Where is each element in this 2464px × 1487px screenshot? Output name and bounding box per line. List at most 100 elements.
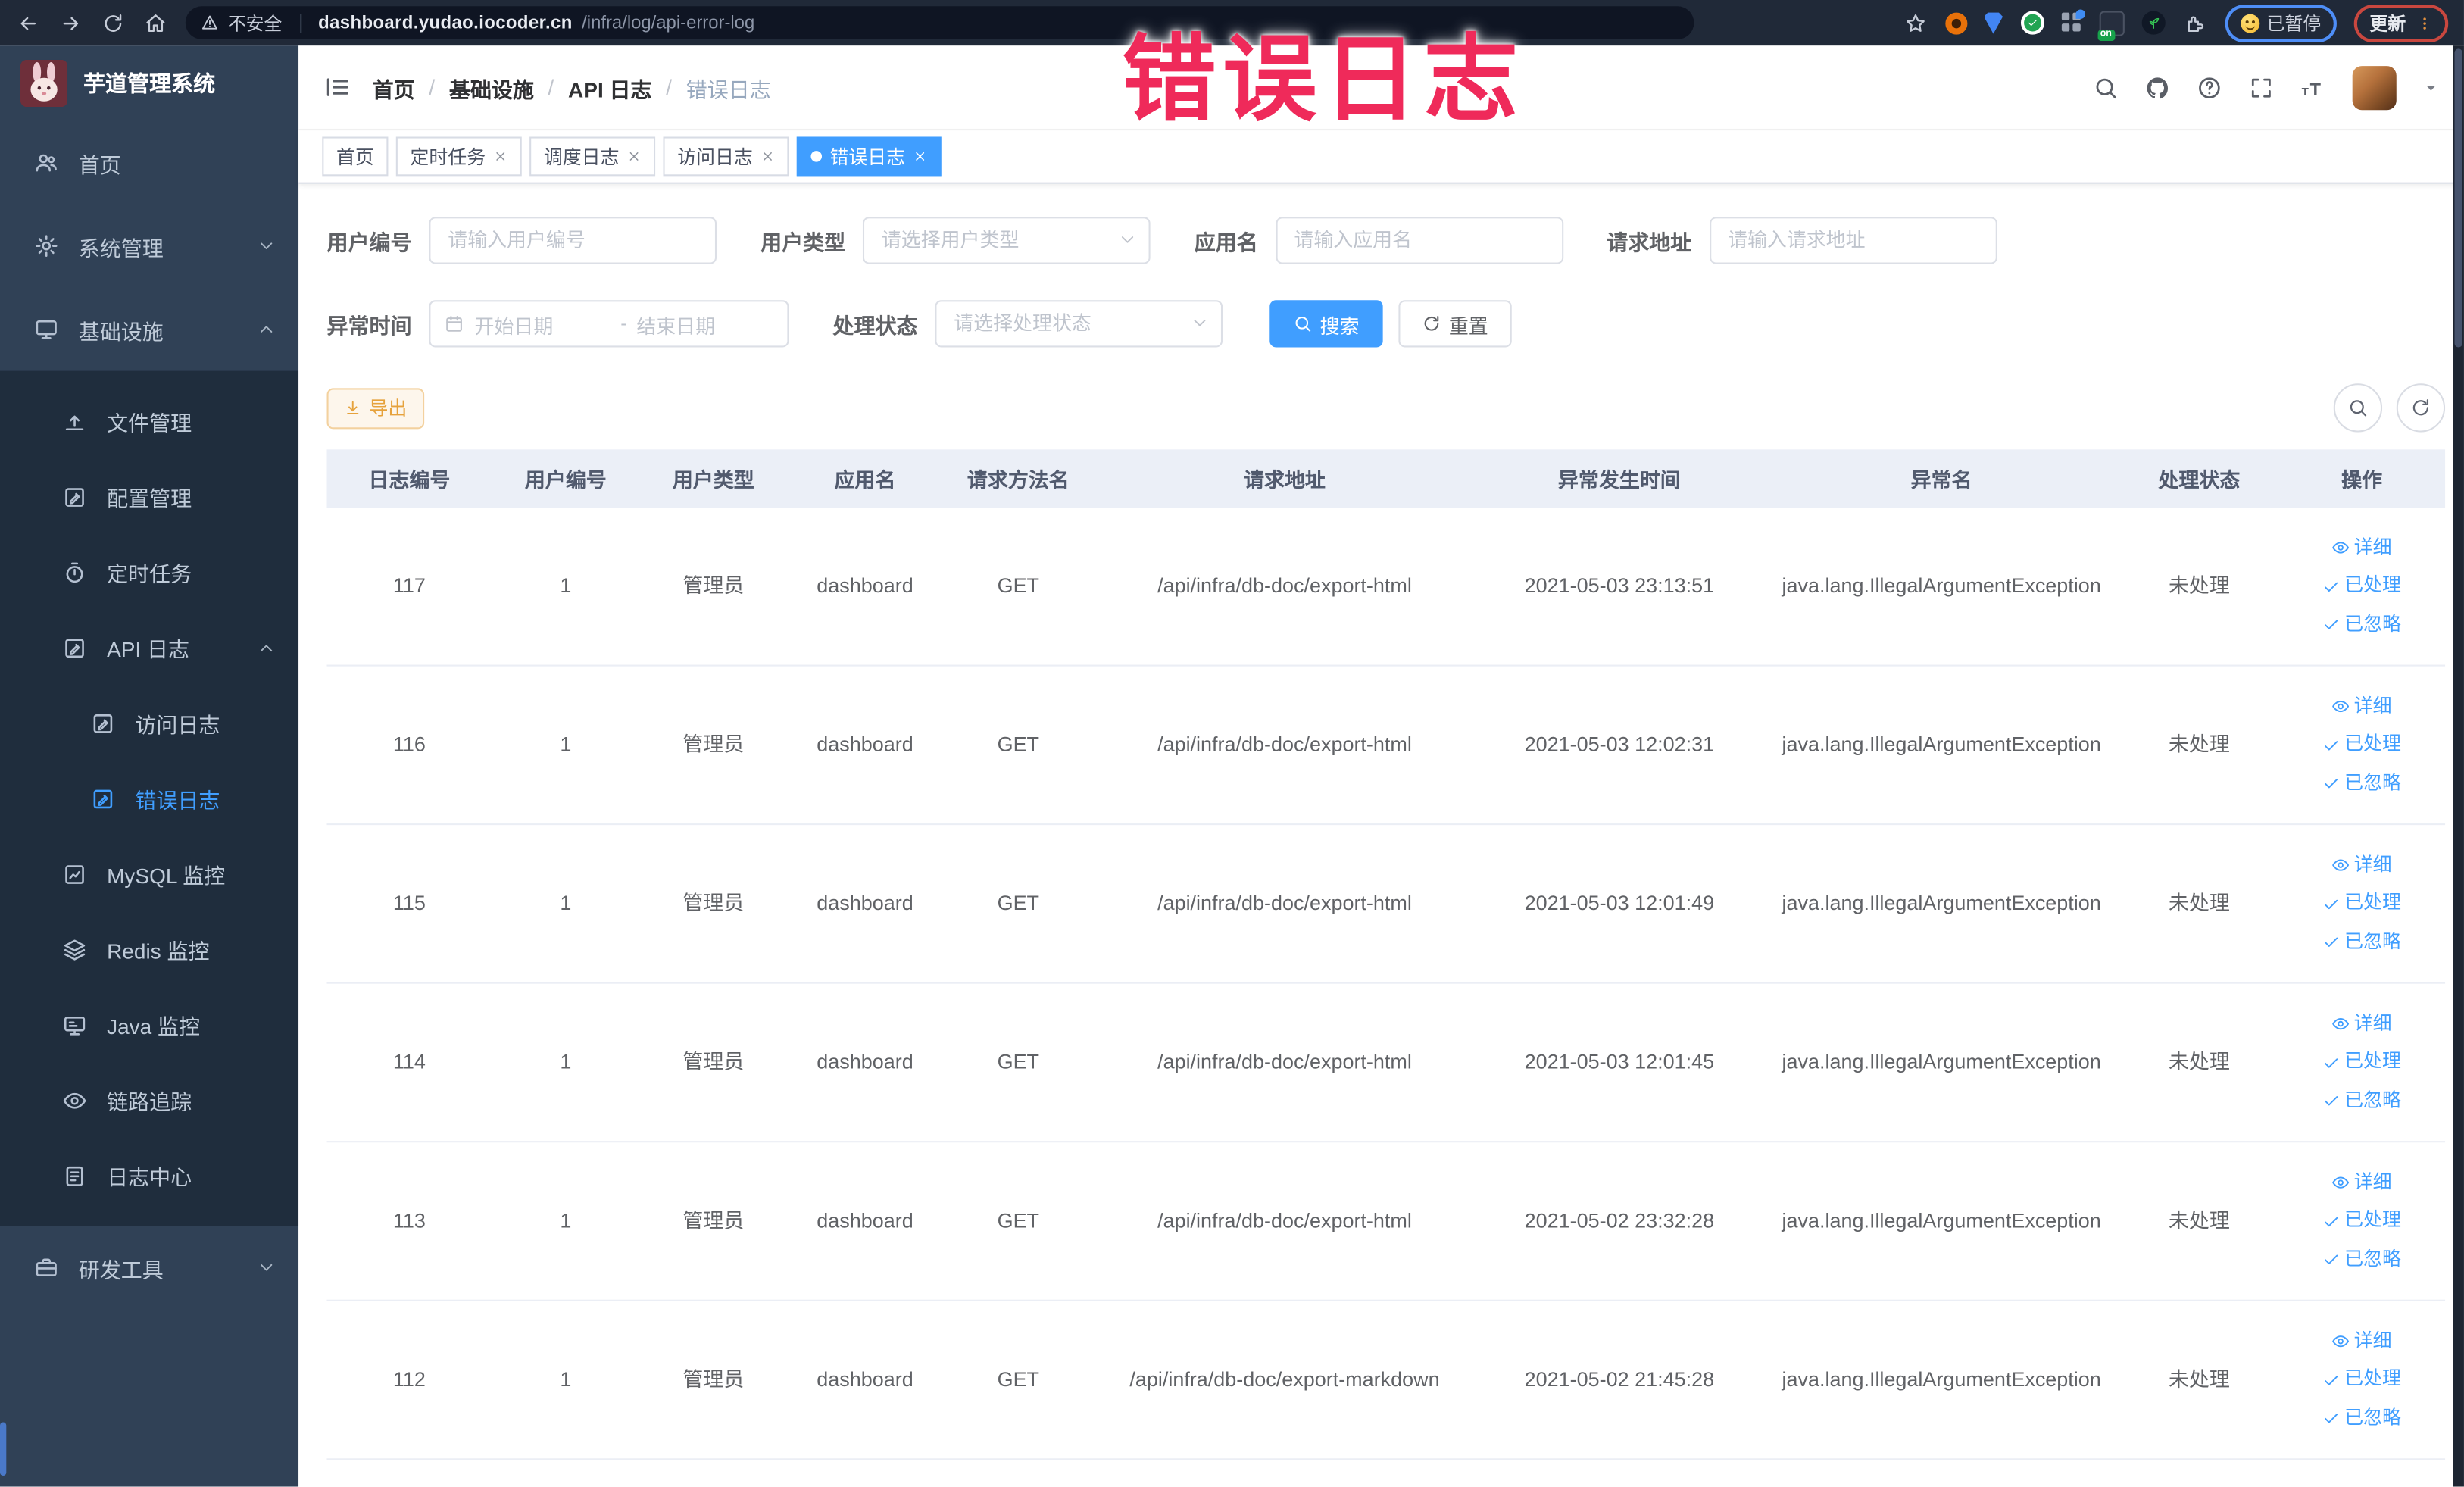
extension-on-icon[interactable]: on <box>2097 10 2124 40</box>
column-header: 用户类型 <box>672 468 754 492</box>
check-icon <box>2322 1410 2340 1427</box>
cell-url: /api/infra/db-doc/export-html <box>1157 1048 1412 1073</box>
ignored-link[interactable]: 已忽略 <box>2322 930 2401 954</box>
help-icon[interactable] <box>2197 75 2222 100</box>
processed-link[interactable]: 已处理 <box>2322 1367 2401 1392</box>
detail-link[interactable]: 详细 <box>2332 694 2392 718</box>
detail-link[interactable]: 详细 <box>2332 853 2392 877</box>
ignored-link[interactable]: 已忽略 <box>2322 613 2401 637</box>
cell-log_id: 116 <box>392 731 426 755</box>
processed-link[interactable]: 已处理 <box>2322 1209 2401 1233</box>
export-button[interactable]: 导出 <box>326 387 425 429</box>
close-icon[interactable] <box>760 149 775 164</box>
sidebar-item-tracer[interactable]: 链路追踪 <box>0 1062 298 1138</box>
processed-link[interactable]: 已处理 <box>2322 1050 2401 1074</box>
sidebar-item-home[interactable]: 首页 <box>0 121 298 205</box>
app-logo[interactable]: 芋道管理系统 <box>0 45 298 121</box>
sidebar-item-access-log[interactable]: 访问日志 <box>0 686 298 761</box>
sidebar: 芋道管理系统 首页 系统管理基础设施文件管理 配置管理 定时任务 API 日志 访问日志错… <box>0 45 299 1487</box>
cell-status: 未处理 <box>2168 890 2230 914</box>
detail-link[interactable]: 详细 <box>2332 1329 2392 1353</box>
cell-time: 2021-05-03 23:13:51 <box>1524 573 1715 597</box>
breadcrumb-api-log[interactable]: API 日志 <box>568 71 652 102</box>
chevron-down-icon <box>258 237 275 255</box>
font-size-icon[interactable]: TT <box>2300 75 2325 100</box>
reload-icon[interactable] <box>101 10 126 35</box>
scrollbar-thumb[interactable] <box>2454 48 2462 348</box>
sidebar-item-dev-tools[interactable]: 研发工具 <box>0 1226 298 1309</box>
sidebar-item-job[interactable]: 定时任务 <box>0 534 298 610</box>
back-icon[interactable] <box>16 10 41 35</box>
user-id-input[interactable] <box>429 217 717 264</box>
browser-menu-kebab-icon[interactable] <box>2417 15 2433 31</box>
tab-首页[interactable]: 首页 <box>322 136 389 177</box>
cell-app_name: dashboard <box>817 1366 913 1391</box>
forward-icon[interactable] <box>58 10 83 35</box>
sidebar-item-api-log[interactable]: API 日志 <box>0 610 298 686</box>
close-icon[interactable] <box>493 149 507 164</box>
extension-grid-icon[interactable] <box>2060 9 2085 33</box>
bookmark-star-icon[interactable] <box>1902 10 1927 35</box>
extension-v-icon[interactable] <box>2019 11 2044 35</box>
reset-button[interactable]: 重置 <box>1398 300 1512 348</box>
user-type-select[interactable] <box>862 217 1151 264</box>
process-status-select[interactable] <box>935 300 1223 348</box>
detail-link[interactable]: 详细 <box>2332 1011 2392 1036</box>
github-icon[interactable] <box>2145 75 2170 100</box>
search-button[interactable]: 搜索 <box>1269 300 1383 348</box>
breadcrumb-home[interactable]: 首页 <box>373 71 415 102</box>
detail-link[interactable]: 详细 <box>2332 536 2392 560</box>
user-avatar[interactable] <box>2352 65 2397 110</box>
ignored-link[interactable]: 已忽略 <box>2322 1406 2401 1430</box>
chevron-up-icon <box>258 639 275 656</box>
sidebar-item-file[interactable]: 文件管理 <box>0 383 298 459</box>
sidebar-item-redis[interactable]: Redis 监控 <box>0 911 298 987</box>
paused-pill[interactable]: 已暂停 <box>2224 4 2337 42</box>
request-url-input[interactable] <box>1709 217 1997 264</box>
processed-link[interactable]: 已处理 <box>2322 574 2401 598</box>
sidebar-scrollbar-thumb[interactable] <box>0 1422 7 1476</box>
sidebar-item-log-center[interactable]: 日志中心 <box>0 1138 298 1214</box>
ignored-link[interactable]: 已忽略 <box>2322 1089 2401 1113</box>
sidebar-item-config[interactable]: 配置管理 <box>0 459 298 535</box>
column-header: 请求地址 <box>1244 468 1326 492</box>
sidebar-item-mysql[interactable]: MySQL 监控 <box>0 836 298 912</box>
tab-访问日志[interactable]: 访问日志 <box>663 136 789 177</box>
address-bar[interactable]: 不安全 dashboard.yudao.iocoder.cn/infra/log… <box>185 6 1694 39</box>
sidebar-item-error-log[interactable]: 错误日志 <box>0 761 298 836</box>
check-icon <box>2322 577 2340 595</box>
processed-link[interactable]: 已处理 <box>2322 733 2401 757</box>
processed-link[interactable]: 已处理 <box>2322 892 2401 916</box>
tab-错误日志[interactable]: 错误日志 <box>796 136 942 177</box>
cell-user_type: 管理员 <box>682 731 745 755</box>
refresh-table-button[interactable] <box>2396 383 2446 433</box>
close-icon[interactable] <box>627 149 642 164</box>
page-scrollbar[interactable] <box>2453 45 2464 1487</box>
extensions-puzzle-icon[interactable] <box>2182 10 2207 35</box>
app-name-input[interactable] <box>1275 217 1563 264</box>
app-name-label: 应用名 <box>1194 230 1258 255</box>
ignored-link[interactable]: 已忽略 <box>2322 771 2401 795</box>
tab-定时任务[interactable]: 定时任务 <box>395 136 522 177</box>
sidebar-item-label: 基础设施 <box>78 320 164 344</box>
chevron-down-icon[interactable] <box>2423 80 2439 95</box>
fullscreen-icon[interactable] <box>2249 75 2274 100</box>
breadcrumb-infra[interactable]: 基础设施 <box>449 71 534 102</box>
tab-调度日志[interactable]: 调度日志 <box>529 136 656 177</box>
cell-log_id: 114 <box>392 1048 426 1073</box>
search-icon[interactable] <box>2093 75 2118 100</box>
hamburger-icon[interactable] <box>323 74 350 101</box>
sidebar-item-infra[interactable]: 基础设施 <box>0 288 298 371</box>
close-icon[interactable] <box>913 149 928 164</box>
date-range-picker[interactable]: 开始日期 - 结束日期 <box>429 300 789 348</box>
update-button[interactable]: 更新 <box>2353 4 2449 42</box>
sidebar-item-java[interactable]: Java 监控 <box>0 987 298 1063</box>
extension-leaf-icon[interactable] <box>2141 11 2165 35</box>
home-icon[interactable] <box>143 10 168 35</box>
extension-shield-icon[interactable] <box>1984 11 2003 34</box>
toggle-search-button[interactable] <box>2333 383 2383 433</box>
sidebar-item-system[interactable]: 系统管理 <box>0 205 298 288</box>
ignored-link[interactable]: 已忽略 <box>2322 1248 2401 1272</box>
extension-ublock-icon[interactable] <box>1944 11 1967 34</box>
detail-link[interactable]: 详细 <box>2332 1170 2392 1195</box>
